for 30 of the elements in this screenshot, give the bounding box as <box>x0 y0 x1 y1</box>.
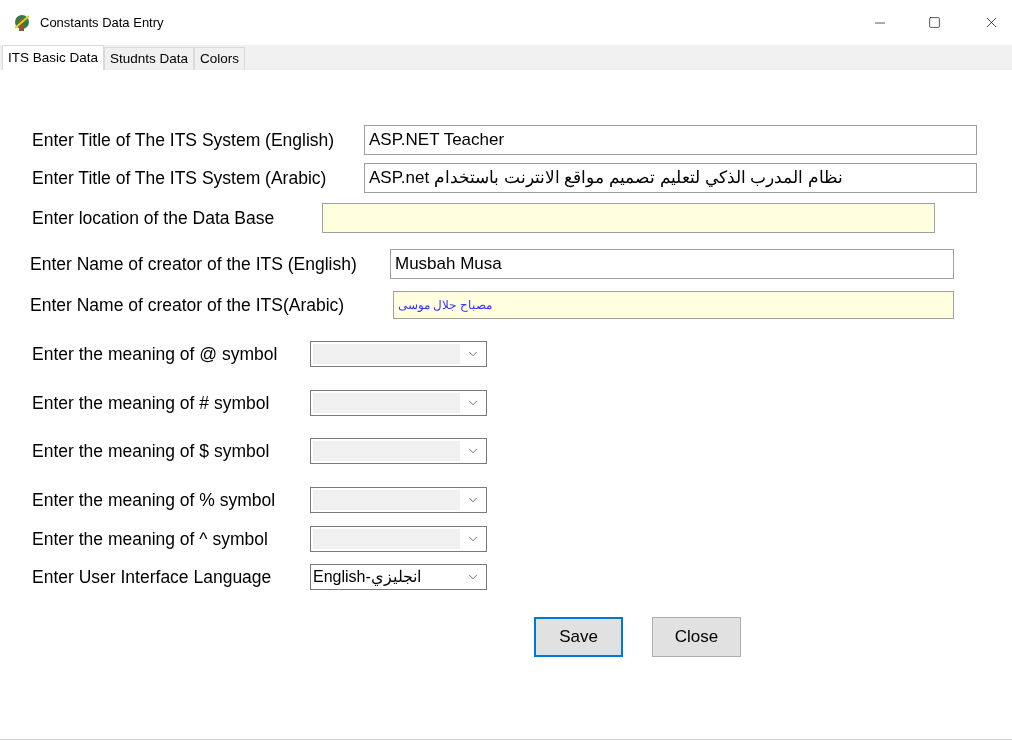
field-label: Enter the meaning of $ symbol <box>32 440 270 461</box>
dropdown[interactable] <box>310 390 487 416</box>
tab[interactable]: Colors <box>194 47 246 70</box>
dropdown[interactable]: English-انجليزي <box>310 564 487 590</box>
dropdown[interactable] <box>310 487 487 513</box>
field-label: Enter location of the Data Base <box>32 207 275 228</box>
text-field[interactable]: ASP.NET Teacher <box>364 125 977 155</box>
window-title: Constants Data Entry <box>40 13 164 32</box>
text-field[interactable]: Musbah Musa <box>390 249 954 279</box>
dropdown[interactable] <box>310 438 487 464</box>
save-button[interactable]: Save <box>534 617 623 657</box>
field-label: Enter User Interface Language <box>32 566 272 587</box>
field-label: Enter the meaning of ^ symbol <box>32 528 268 549</box>
dropdown[interactable] <box>310 526 487 552</box>
maximize-icon[interactable] <box>928 16 941 29</box>
text-field[interactable]: نظام المدرب الذكي لتعليم تصميم مواقع الانترنت باستخدام ASP.net <box>364 163 977 193</box>
field-label: Enter Name of creator of the ITS (English) <box>30 253 357 274</box>
field-label: Enter Name of creator of the ITS(Arabic) <box>30 294 345 315</box>
field-label: Enter Title of The ITS System (Arabic) <box>32 167 327 188</box>
dropdown[interactable] <box>310 341 487 367</box>
text-field[interactable]: مصباح جلال موسى <box>393 291 954 319</box>
field-label: Enter the meaning of % symbol <box>32 489 276 510</box>
app-logo-icon <box>12 12 32 33</box>
field-label: Enter the meaning of # symbol <box>32 392 270 413</box>
text-field[interactable] <box>322 203 935 233</box>
field-label: Enter the meaning of @ symbol <box>32 343 278 364</box>
field-label: Enter Title of The ITS System (English) <box>32 129 335 150</box>
tab[interactable]: Studnts Data <box>104 47 195 70</box>
tab[interactable]: ITS Basic Data <box>2 45 105 70</box>
close-button[interactable]: Close <box>652 617 741 657</box>
